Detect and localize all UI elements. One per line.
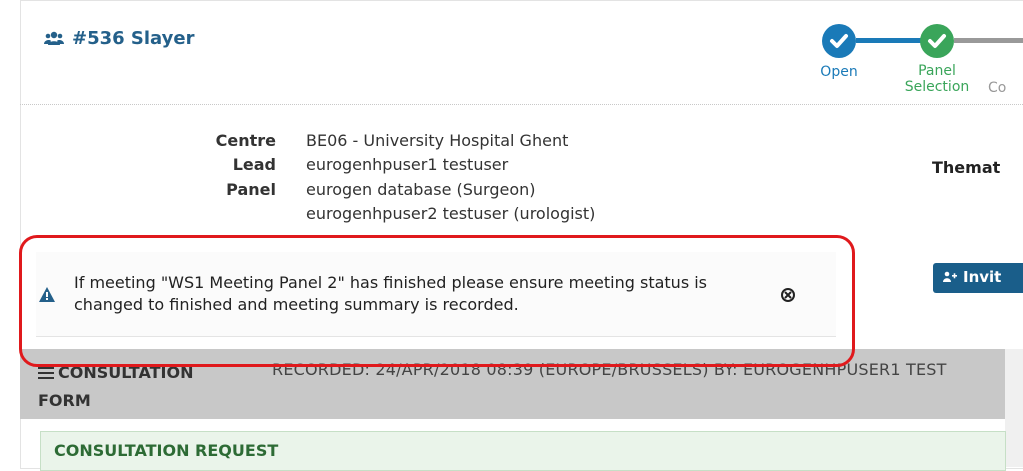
recorded-info: RECORDED: 24/APR/2018 08:39 (EUROPE/BRUS… [272,360,947,379]
panel-label: Panel [226,180,276,199]
step-label-panel-selection: Panel Selection [904,63,970,95]
panel-member: eurogen database (Surgeon) [306,180,536,199]
invite-button[interactable]: Invit [933,263,1023,293]
thematic-label: Themat [932,158,1001,177]
centre-label: Centre [215,131,276,150]
scrollbar[interactable] [1005,349,1023,467]
invite-button-label: Invit [963,268,1002,286]
consultation-request-title: CONSULTATION REQUEST [54,441,279,460]
warning-icon [39,287,55,302]
step-open-check-icon[interactable] [822,24,856,58]
panel-member: eurogenhpuser2 testuser (urologist) [306,204,596,223]
list-icon [38,362,54,388]
lead-label: Lead [232,155,276,174]
consultation-title-line1: CONSULTATION [58,363,194,382]
title-divider [20,104,1023,105]
step-connector [856,38,924,43]
invite-users-icon [943,271,957,282]
case-title: #536 Slayer [44,28,194,49]
step-panel-selection-check-icon[interactable] [920,24,954,58]
alert-message: If meeting "WS1 Meeting Panel 2" has fin… [74,273,708,314]
consultation-title[interactable]: CONSULTATION FORM [38,360,238,414]
lead-value: eurogenhpuser1 testuser [306,155,509,174]
step-label-open: Open [820,64,858,80]
step-connector [954,38,1023,43]
users-icon [44,29,64,45]
centre-value: BE06 - University Hospital Ghent [306,131,569,150]
case-title-text: #536 Slayer [72,28,195,49]
step-label-next: Co [988,80,1007,96]
dismiss-icon[interactable] [781,287,795,302]
consultation-title-line2: FORM [38,391,91,410]
